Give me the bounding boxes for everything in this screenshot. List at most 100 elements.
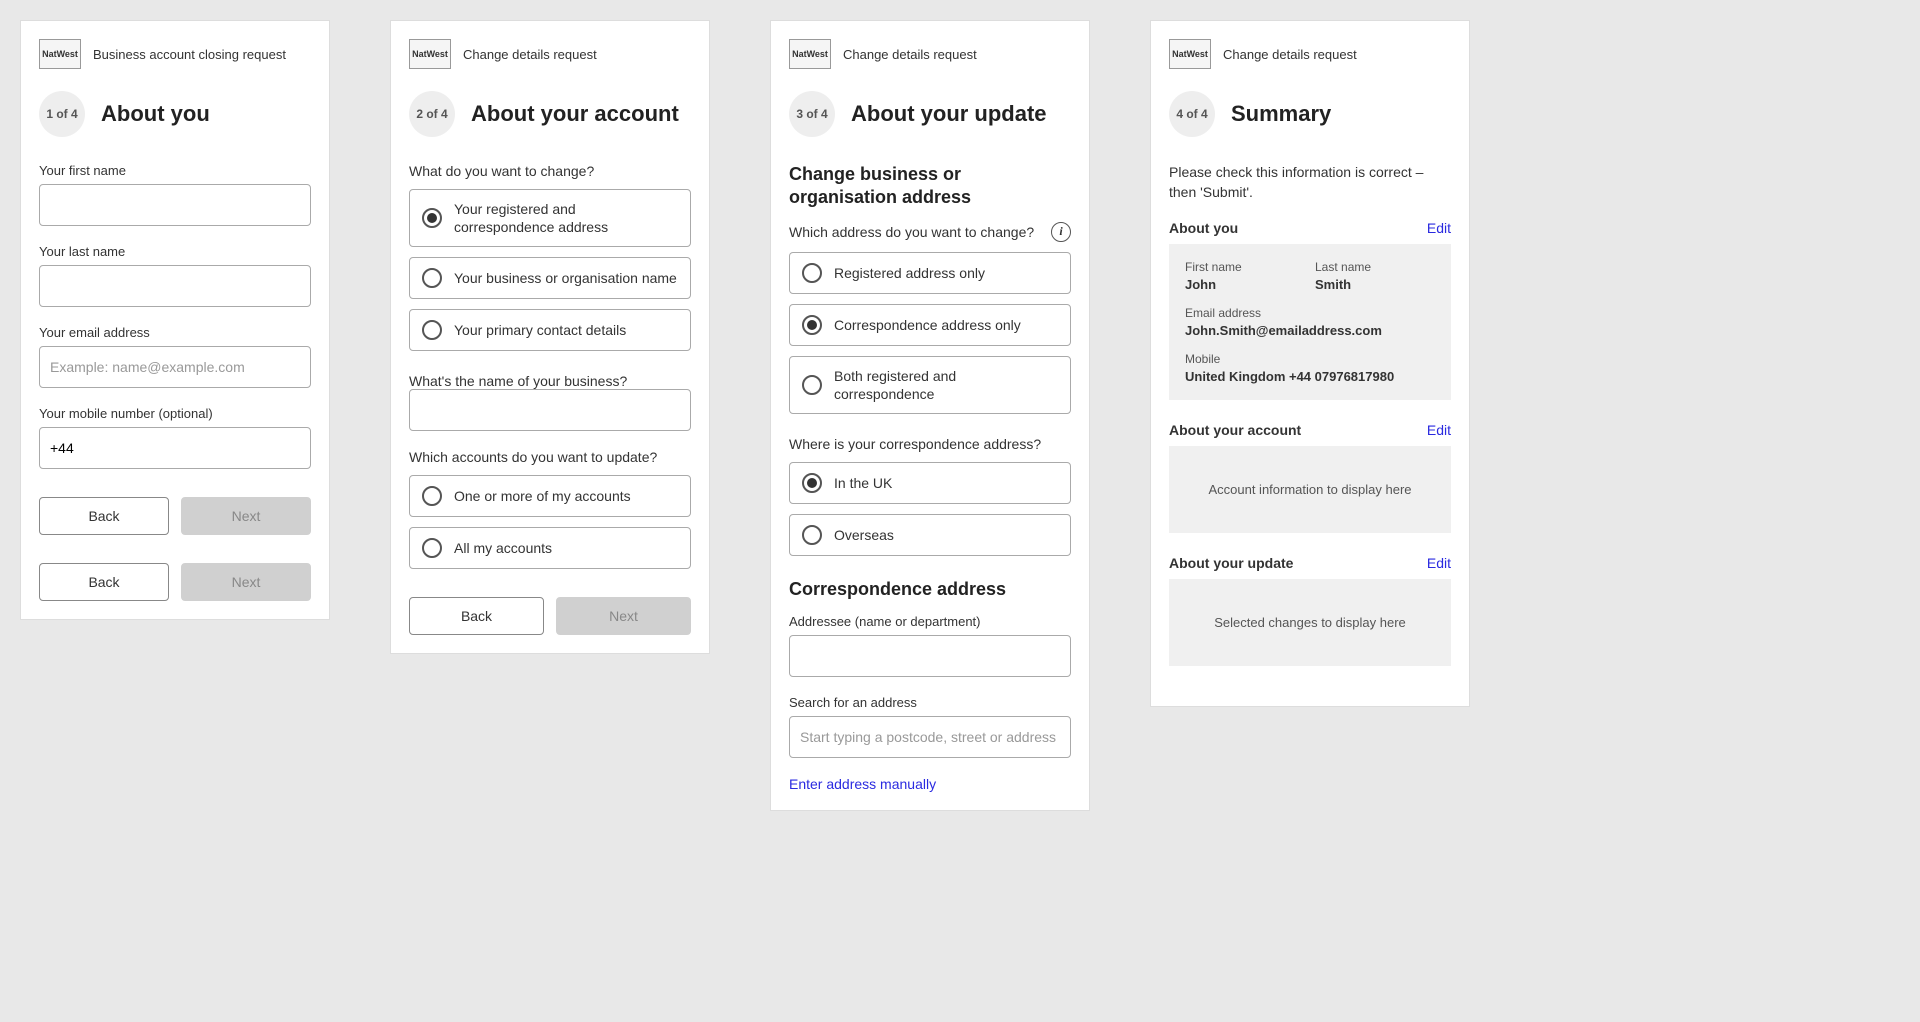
radio-icon	[422, 486, 442, 506]
update-placeholder: Selected changes to display here	[1169, 579, 1451, 666]
last-name-input[interactable]	[39, 265, 311, 307]
field-last-name: Your last name	[39, 244, 311, 307]
radio-registered-address[interactable]: Your registered and correspondence addre…	[409, 189, 691, 247]
label: Email address	[1185, 306, 1435, 320]
value: John.Smith@emailaddress.com	[1185, 323, 1382, 338]
summary-intro: Please check this information is correct…	[1169, 163, 1451, 202]
panel-header: NatWest Change details request	[789, 39, 1071, 69]
button-row-2: Back Next	[39, 563, 311, 601]
summary-head: About your update Edit	[1169, 555, 1451, 571]
label: First name	[1185, 260, 1305, 274]
natwest-logo-icon: NatWest	[409, 39, 451, 69]
panel-header: NatWest Change details request	[1169, 39, 1451, 69]
radio-label: Both registered and correspondence	[834, 367, 1058, 403]
next-button[interactable]: Next	[181, 497, 311, 535]
panel-about-your-update: NatWest Change details request 3 of 4 Ab…	[770, 20, 1090, 811]
page-title: About you	[101, 101, 210, 127]
last-name-label: Your last name	[39, 244, 311, 259]
back-button[interactable]: Back	[39, 497, 169, 535]
edit-about-update-link[interactable]: Edit	[1427, 555, 1451, 571]
step-badge: 1 of 4	[39, 91, 85, 137]
which-address-radios: Registered address only Correspondence a…	[789, 252, 1071, 414]
section-correspondence-address: Correspondence address	[789, 578, 1071, 601]
radio-correspondence-only[interactable]: Correspondence address only	[789, 304, 1071, 346]
summary-email: Email address John.Smith@emailaddress.co…	[1185, 306, 1435, 338]
first-name-input[interactable]	[39, 184, 311, 226]
label: Last name	[1315, 260, 1435, 274]
field-mobile: Your mobile number (optional)	[39, 406, 311, 469]
next-button[interactable]: Next	[556, 597, 691, 635]
radio-icon	[802, 315, 822, 335]
radio-both[interactable]: Both registered and correspondence	[789, 356, 1071, 414]
radio-overseas[interactable]: Overseas	[789, 514, 1071, 556]
question-which-accounts: Which accounts do you want to update?	[409, 449, 691, 465]
edit-about-account-link[interactable]: Edit	[1427, 422, 1451, 438]
summary-head: About you Edit	[1169, 220, 1451, 236]
radio-icon	[802, 375, 822, 395]
page-title: About your update	[851, 101, 1047, 127]
info-icon[interactable]: i	[1051, 222, 1071, 242]
radio-business-name[interactable]: Your business or organisation name	[409, 257, 691, 299]
radio-label: One or more of my accounts	[454, 487, 631, 505]
natwest-logo-icon: NatWest	[789, 39, 831, 69]
step-row: 2 of 4 About your account	[409, 91, 691, 137]
account-placeholder: Account information to display here	[1169, 446, 1451, 533]
which-address-label-row: Which address do you want to change? i	[789, 222, 1071, 242]
button-row: Back Next	[409, 597, 691, 635]
section-change-address: Change business or organisation address	[789, 163, 1071, 210]
label: Mobile	[1185, 352, 1435, 366]
back-button[interactable]: Back	[39, 563, 169, 601]
where-address-radios: In the UK Overseas	[789, 462, 1071, 556]
summary-head-title: About your account	[1169, 422, 1301, 438]
radio-some-accounts[interactable]: One or more of my accounts	[409, 475, 691, 517]
email-label: Your email address	[39, 325, 311, 340]
radio-uk[interactable]: In the UK	[789, 462, 1071, 504]
panel-about-you: NatWest Business account closing request…	[20, 20, 330, 620]
radio-icon	[422, 538, 442, 558]
summary-about-account: About your account Edit Account informat…	[1169, 422, 1451, 533]
radio-registered-only[interactable]: Registered address only	[789, 252, 1071, 294]
mobile-input[interactable]	[39, 427, 311, 469]
radio-all-accounts[interactable]: All my accounts	[409, 527, 691, 569]
edit-about-you-link[interactable]: Edit	[1427, 220, 1451, 236]
addressee-input[interactable]	[789, 635, 1071, 677]
business-name-input[interactable]	[409, 389, 691, 431]
summary-card-about-you: First name John Last name Smith Email ad…	[1169, 244, 1451, 400]
field-business-name: What's the name of your business?	[409, 373, 691, 431]
addressee-label: Addressee (name or department)	[789, 614, 1071, 629]
header-title: Change details request	[843, 47, 977, 62]
radio-icon	[802, 263, 822, 283]
question-change-what: What do you want to change?	[409, 163, 691, 179]
header-title: Change details request	[463, 47, 597, 62]
summary-mobile: Mobile United Kingdom +44 07976817980	[1185, 352, 1435, 384]
back-button[interactable]: Back	[409, 597, 544, 635]
page-title: About your account	[471, 101, 679, 127]
step-badge: 2 of 4	[409, 91, 455, 137]
step-badge: 4 of 4	[1169, 91, 1215, 137]
value: John	[1185, 277, 1216, 292]
step-badge: 3 of 4	[789, 91, 835, 137]
address-search-input[interactable]	[789, 716, 1071, 758]
radio-primary-contact[interactable]: Your primary contact details	[409, 309, 691, 351]
summary-head-title: About you	[1169, 220, 1238, 236]
natwest-logo-icon: NatWest	[1169, 39, 1211, 69]
radio-icon	[802, 525, 822, 545]
mobile-label: Your mobile number (optional)	[39, 406, 311, 421]
enter-address-manually-link[interactable]: Enter address manually	[789, 776, 936, 792]
radio-label: Your primary contact details	[454, 321, 626, 339]
summary-last-name: Last name Smith	[1315, 260, 1435, 292]
radio-label: In the UK	[834, 474, 892, 492]
first-name-label: Your first name	[39, 163, 311, 178]
radio-label: Correspondence address only	[834, 316, 1021, 334]
summary-head-title: About your update	[1169, 555, 1293, 571]
field-address-search: Search for an address	[789, 695, 1071, 758]
value: Smith	[1315, 277, 1351, 292]
radio-icon	[422, 208, 442, 228]
next-button[interactable]: Next	[181, 563, 311, 601]
radio-icon	[422, 320, 442, 340]
summary-about-update: About your update Edit Selected changes …	[1169, 555, 1451, 666]
summary-about-you: About you Edit First name John Last name…	[1169, 220, 1451, 400]
page-title: Summary	[1231, 101, 1331, 127]
email-input[interactable]	[39, 346, 311, 388]
radio-label: Your registered and correspondence addre…	[454, 200, 678, 236]
